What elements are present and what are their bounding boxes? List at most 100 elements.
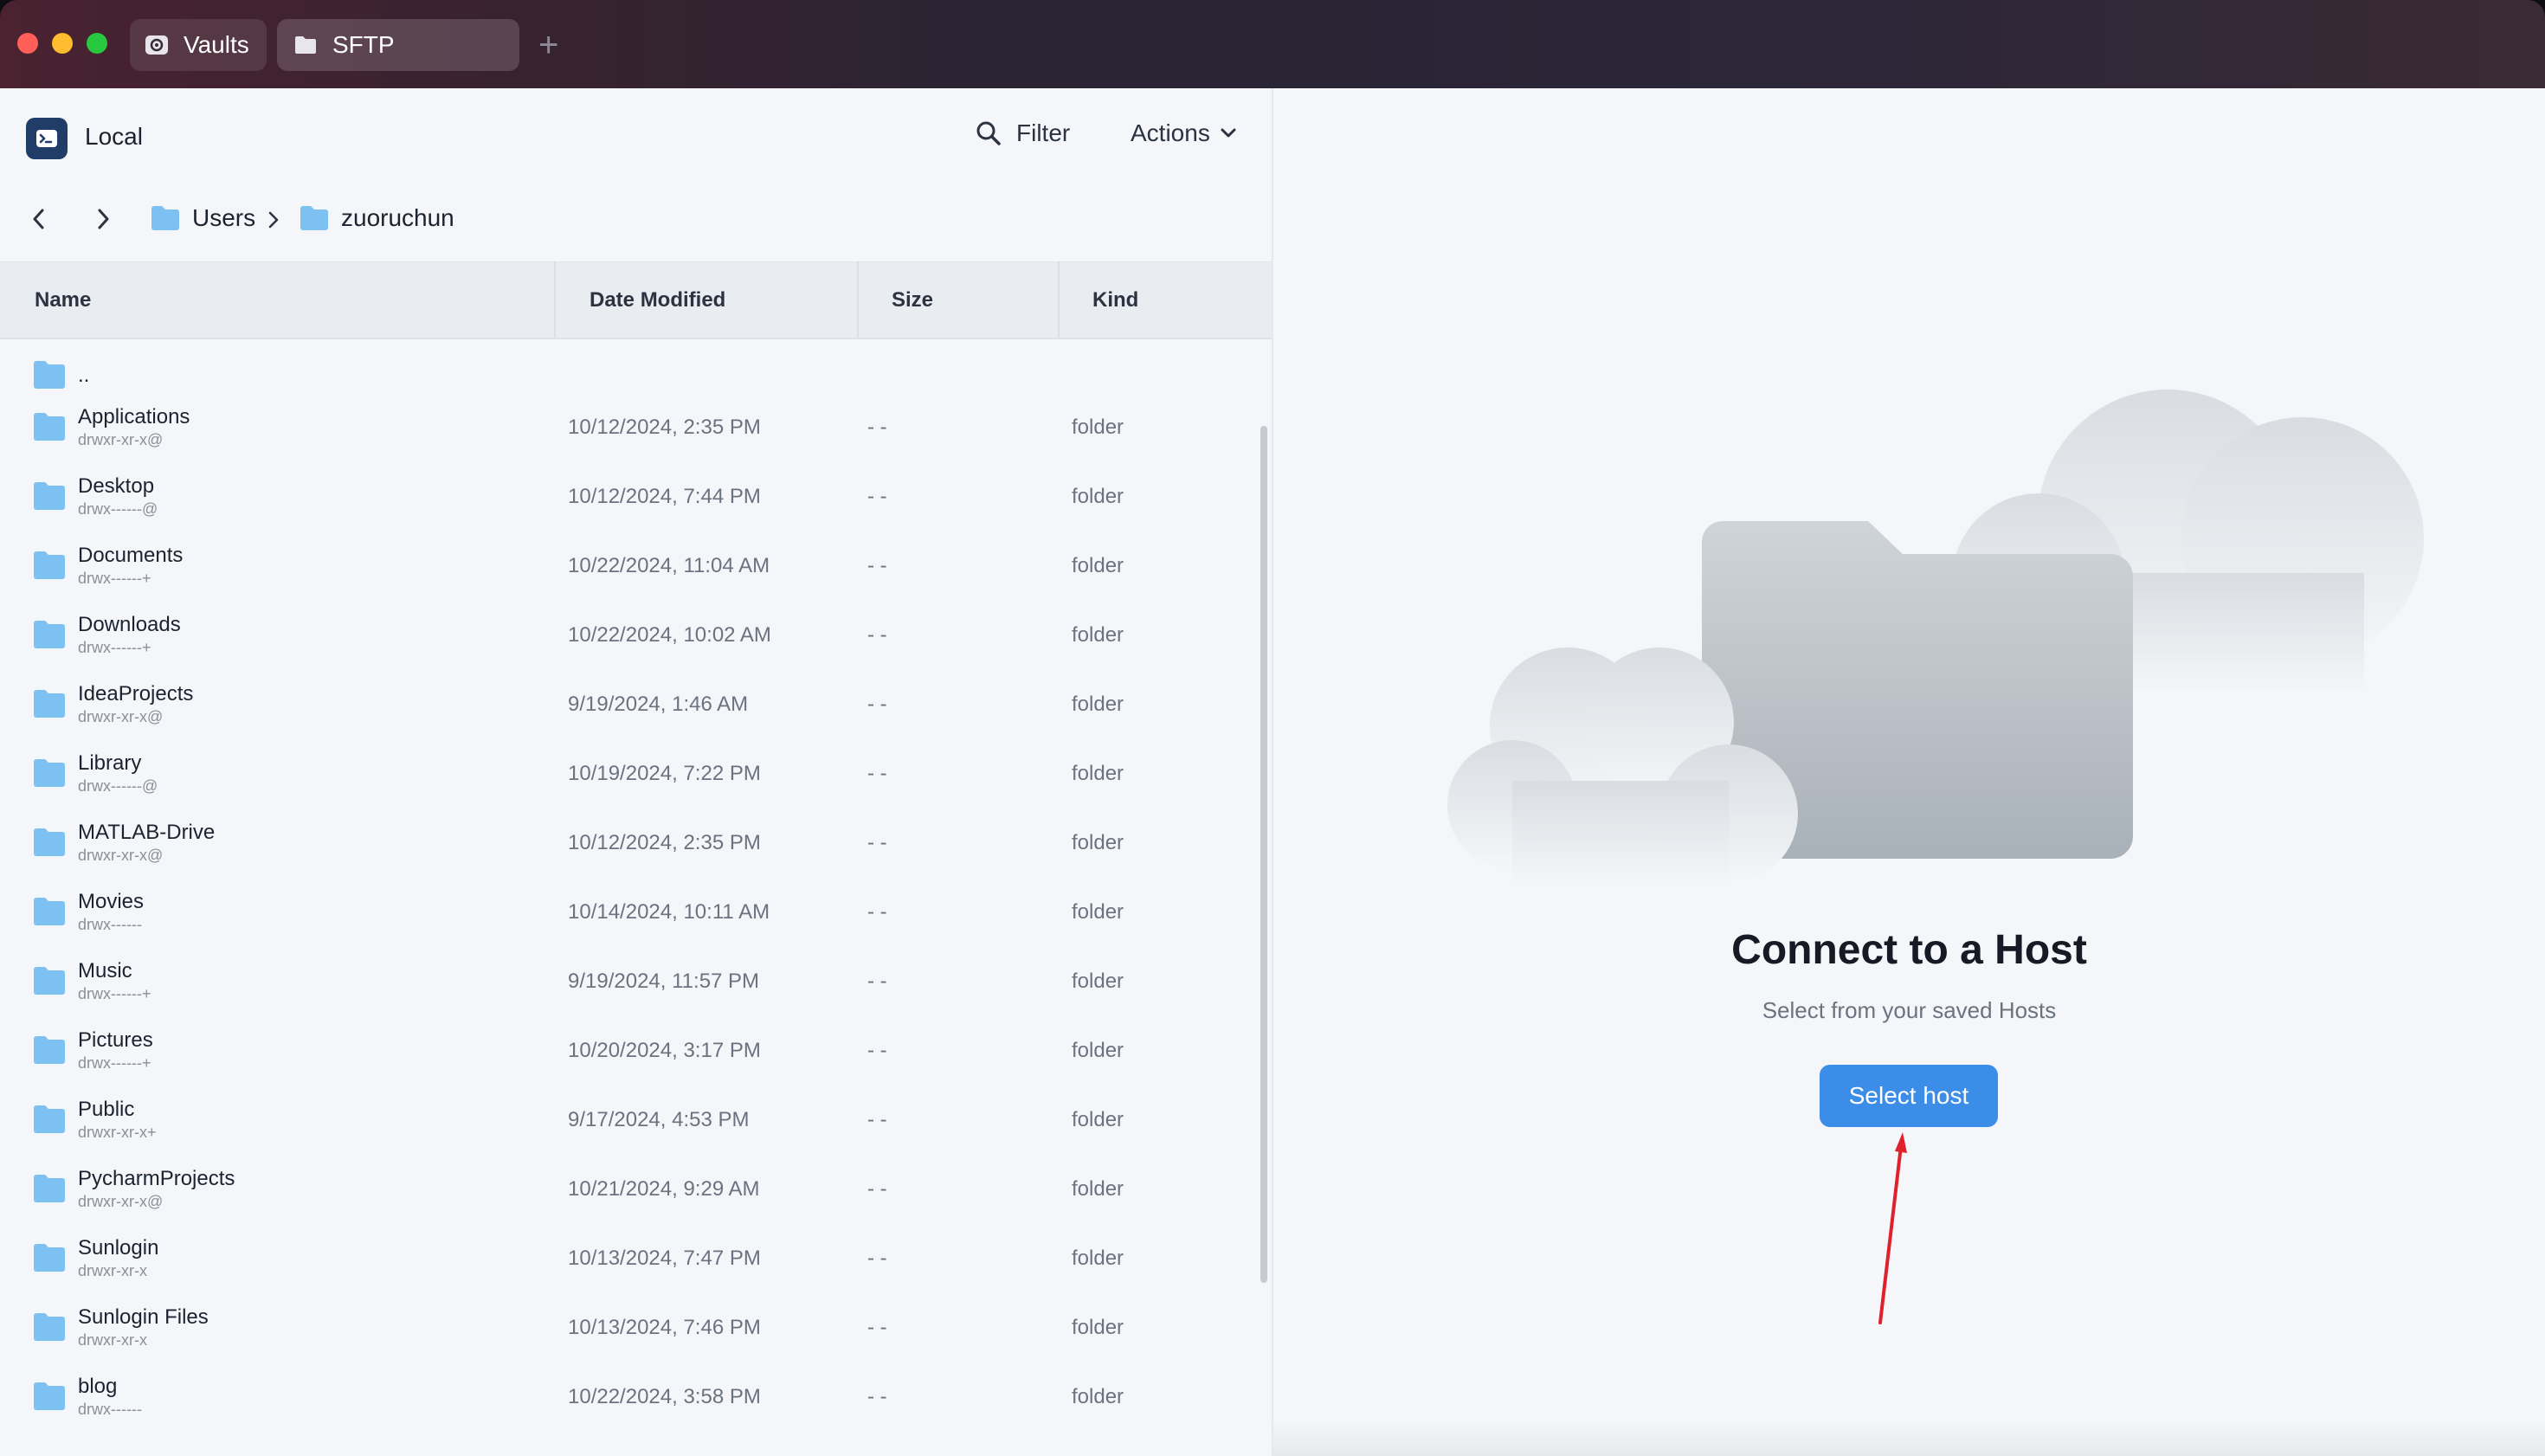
tab-label: Vaults [184,31,249,58]
column-header-kind[interactable]: Kind [1092,262,1138,338]
file-name: .. [78,364,90,387]
file-size: - - [867,623,887,647]
table-row[interactable]: Sunlogin Files drwxr-xr-x 10/13/2024, 7:46… [0,1293,1260,1363]
folder-icon [34,361,65,389]
file-kind: folder [1072,554,1124,577]
table-row[interactable]: Applications drwxr-xr-x@ 10/12/2024, 2:35 … [0,393,1260,462]
folder-icon [34,413,65,441]
folder-icon [34,898,65,925]
file-permissions: drwx------ [78,916,142,933]
folder-icon [34,621,65,648]
file-name: Movies [78,890,145,913]
file-name: Music [78,959,132,982]
table-row[interactable]: IdeaProjects drwxr-xr-x@ 9/19/2024, 1:46 A… [0,670,1260,739]
scrollbar[interactable] [1260,426,1267,1283]
table-row[interactable]: Documents drwx------+ 10/22/2024, 11:04 AM… [0,532,1260,601]
file-kind: folder [1072,485,1124,508]
column-divider[interactable] [857,261,859,339]
table-row[interactable]: Pictures drwx------+ 10/20/2024, 3:17 PM - … [0,1016,1260,1086]
table-row[interactable]: Public drwxr-xr-x+ 9/17/2024, 4:53 PM - - fo… [0,1086,1260,1155]
file-name: PycharmProjects [78,1167,235,1190]
close-window-button[interactable] [17,33,38,54]
column-header-size[interactable]: Size [892,262,933,338]
table-row[interactable]: Library drwx------@ 10/19/2024, 7:22 PM - -… [0,739,1260,809]
file-date-modified: 10/12/2024, 2:35 PM [568,831,761,854]
chevron-down-icon [1221,128,1236,138]
column-header-name[interactable]: Name [35,262,91,338]
file-kind: folder [1072,1316,1124,1339]
file-name: Sunlogin Files [78,1305,209,1329]
folder-icon [151,206,179,230]
file-date-modified: 9/19/2024, 1:46 AM [568,693,749,716]
file-date-modified: 10/22/2024, 11:04 AM [568,554,770,577]
folder-icon [34,690,65,718]
file-name: Library [78,751,142,775]
chevron-right-icon [268,211,279,229]
remote-connect-pane: Connect to a Host Select from your saved… [1273,88,2545,1456]
table-row[interactable]: Sunlogin drwxr-xr-x 10/13/2024, 7:47 PM - -… [0,1224,1260,1293]
file-size: - - [867,1039,887,1062]
file-kind: folder [1072,970,1124,993]
file-date-modified: 10/12/2024, 7:44 PM [568,485,761,508]
minimize-window-button[interactable] [52,33,73,54]
file-kind: folder [1072,762,1124,785]
file-size: - - [867,1385,887,1408]
file-name: blog [78,1375,118,1398]
file-kind: folder [1072,1177,1124,1201]
plus-icon[interactable]: + [538,24,558,66]
file-date-modified: 10/21/2024, 9:29 AM [568,1177,760,1201]
table-row[interactable]: MATLAB-Drive drwxr-xr-x@ 10/12/2024, 2:35 … [0,809,1260,878]
file-name: Documents [78,544,184,567]
file-name: Desktop [78,474,155,498]
tab-sftp[interactable]: SFTP [277,19,519,71]
tab-vaults[interactable]: Vaults [130,19,267,71]
tab-label: SFTP [332,31,395,58]
table-row[interactable]: Desktop drwx------@ 10/12/2024, 7:44 PM - -… [0,462,1260,532]
breadcrumb-home[interactable]: zuoruchun [300,204,454,232]
table-row[interactable]: Downloads drwx------+ 10/22/2024, 10:02 AM… [0,601,1260,670]
file-permissions: drwx------+ [78,639,151,656]
folder-icon [34,1244,65,1272]
zoom-window-button[interactable] [87,33,107,54]
table-row[interactable]: PycharmProjects drwxr-xr-x@ 10/21/2024, 9:… [0,1155,1260,1224]
actions-menu-button[interactable]: Actions [1131,119,1238,147]
file-size: - - [867,900,887,924]
folder-icon [34,1382,65,1410]
file-kind: folder [1072,693,1124,716]
file-name: Applications [78,405,190,428]
filter-label: Filter [1016,119,1071,146]
column-divider[interactable] [1058,261,1060,339]
file-permissions: drwx------+ [78,985,151,1002]
filter-button[interactable]: Filter [975,119,1070,147]
forward-button[interactable] [90,206,116,232]
file-size: - - [867,831,887,854]
table-row[interactable]: Music drwx------+ 9/19/2024, 11:57 PM - - fo… [0,947,1260,1016]
file-date-modified: 10/20/2024, 3:17 PM [568,1039,761,1062]
file-name: IdeaProjects [78,682,194,705]
file-permissions: drwx------@ [78,500,158,518]
file-permissions: drwxr-xr-x@ [78,708,164,725]
file-date-modified: 10/14/2024, 10:11 AM [568,900,770,924]
file-size: - - [867,1108,887,1131]
file-permissions: drwx------@ [78,777,158,795]
file-date-modified: 10/22/2024, 10:02 AM [568,623,771,647]
breadcrumb-users[interactable]: Users [151,204,255,232]
file-kind: folder [1072,900,1124,924]
folder-icon [300,206,328,230]
file-permissions: drwx------+ [78,1054,151,1072]
table-row[interactable]: blog drwx------ 10/22/2024, 3:58 PM - - fold… [0,1363,1260,1432]
file-size: - - [867,554,887,577]
file-size: - - [867,485,887,508]
column-header-date[interactable]: Date Modified [590,262,725,338]
file-name: Pictures [78,1028,153,1052]
annotation-arrow [1878,1132,1907,1324]
file-size: - - [867,416,887,439]
column-divider[interactable] [554,261,556,339]
file-kind: folder [1072,623,1124,647]
file-name: Public [78,1098,135,1121]
breadcrumb-label: Users [192,204,256,231]
back-button[interactable] [26,206,52,232]
table-row[interactable]: Movies drwx------ 10/14/2024, 10:11 AM - - f… [0,878,1260,947]
folder-icon [34,967,65,995]
pane-bottom-edge [1273,1421,2545,1456]
